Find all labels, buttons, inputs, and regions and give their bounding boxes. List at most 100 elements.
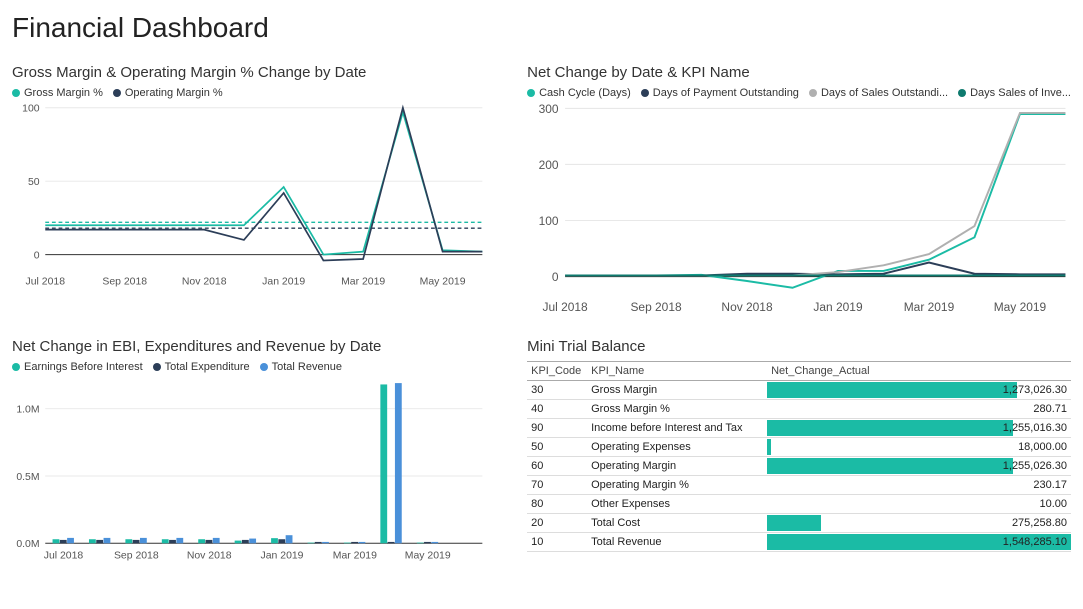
x-tick-label: Jul 2018 [26, 276, 66, 287]
page-title: Financial Dashboard [12, 12, 1071, 44]
x-tick-label: Mar 2019 [341, 276, 385, 287]
cell-kpi-name: Income before Interest and Tax [587, 419, 767, 438]
cell-value-label: 10.00 [1039, 498, 1067, 510]
bar[interactable] [417, 543, 424, 544]
series-line[interactable] [565, 114, 1065, 288]
bar[interactable] [380, 384, 387, 543]
cell-kpi-code: 30 [527, 381, 587, 400]
legend-item[interactable]: Total Expenditure [153, 361, 250, 373]
cell-value-label: 1,255,026.30 [1003, 460, 1067, 472]
bar[interactable] [60, 540, 67, 543]
legend-swatch-icon [153, 363, 161, 371]
bar[interactable] [431, 542, 438, 543]
legend-label: Days of Sales Outstandi... [821, 87, 948, 99]
bar[interactable] [315, 542, 322, 543]
legend-swatch-icon [12, 363, 20, 371]
cell-kpi-code: 90 [527, 419, 587, 438]
bar[interactable] [198, 539, 205, 543]
bar[interactable] [278, 539, 285, 543]
series-line[interactable] [45, 112, 482, 254]
legend-swatch-icon [809, 89, 817, 97]
bar[interactable] [235, 541, 242, 544]
table-row[interactable]: 70Operating Margin %230.17 [527, 476, 1071, 495]
bar[interactable] [308, 543, 315, 544]
table-mini-trial-balance[interactable]: Mini Trial Balance KPI_Code KPI_Name Net… [527, 338, 1071, 588]
x-tick-label: Jan 2019 [261, 550, 304, 561]
table-row[interactable]: 30Gross Margin1,273,026.30 [527, 381, 1071, 400]
table-row[interactable]: 20Total Cost275,258.80 [527, 514, 1071, 533]
table-row[interactable]: 60Operating Margin1,255,026.30 [527, 457, 1071, 476]
y-tick-label: 0.0M [16, 539, 39, 550]
bar[interactable] [322, 542, 329, 543]
bar[interactable] [395, 383, 402, 543]
bar[interactable] [89, 539, 96, 543]
bar[interactable] [388, 542, 395, 543]
bar[interactable] [125, 539, 132, 543]
legend-item[interactable]: Total Revenue [260, 361, 342, 373]
bar[interactable] [104, 538, 111, 543]
legend-item[interactable]: Earnings Before Interest [12, 361, 143, 373]
x-tick-label: Jul 2018 [543, 300, 589, 314]
bar[interactable] [140, 538, 147, 543]
cell-kpi-name: Gross Margin [587, 381, 767, 400]
bar[interactable] [286, 535, 293, 543]
legend-item[interactable]: Gross Margin % [12, 87, 103, 99]
legend-item[interactable]: Days Sales of Inve... [958, 87, 1071, 99]
bar[interactable] [162, 539, 169, 543]
y-tick-label: 200 [539, 158, 559, 172]
y-tick-label: 0 [34, 250, 40, 261]
legend-swatch-icon [641, 89, 649, 97]
legend-item[interactable]: Cash Cycle (Days) [527, 87, 631, 99]
chart-net-change-kpi[interactable]: Net Change by Date & KPI Name Cash Cycle… [527, 64, 1071, 314]
bar[interactable] [133, 540, 140, 543]
y-tick-label: 100 [22, 104, 40, 115]
legend-swatch-icon [260, 363, 268, 371]
bar[interactable] [242, 540, 249, 543]
table-row[interactable]: 10Total Revenue1,548,285.10 [527, 533, 1071, 552]
bar[interactable] [424, 542, 431, 543]
x-tick-label: Sep 2018 [102, 276, 147, 287]
x-tick-label: Sep 2018 [114, 550, 159, 561]
bar[interactable] [53, 539, 60, 543]
legend-label: Days of Payment Outstanding [653, 87, 799, 99]
table-row[interactable]: 40Gross Margin %280.71 [527, 400, 1071, 419]
cell-kpi-code: 70 [527, 476, 587, 495]
x-tick-label: Sep 2018 [631, 300, 683, 314]
bar [767, 458, 1013, 474]
bar[interactable] [213, 538, 220, 543]
bar[interactable] [271, 538, 278, 543]
bar[interactable] [176, 538, 183, 543]
cell-net-change: 230.17 [767, 476, 1071, 495]
legend-item[interactable]: Days of Payment Outstanding [641, 87, 799, 99]
cell-kpi-code: 60 [527, 457, 587, 476]
trial-balance-table: KPI_Code KPI_Name Net_Change_Actual 30Gr… [527, 361, 1071, 552]
legend-swatch-icon [12, 89, 20, 97]
bar[interactable] [67, 538, 74, 543]
col-header: KPI_Name [587, 362, 767, 381]
table-row[interactable]: 80Other Expenses10.00 [527, 495, 1071, 514]
cell-net-change: 1,255,026.30 [767, 457, 1071, 476]
cell-kpi-code: 80 [527, 495, 587, 514]
cell-value-label: 280.71 [1033, 403, 1067, 415]
x-tick-label: May 2019 [420, 276, 466, 287]
bar [767, 515, 821, 531]
cell-kpi-code: 40 [527, 400, 587, 419]
bar[interactable] [169, 540, 176, 543]
bar[interactable] [96, 540, 103, 543]
bar[interactable] [249, 539, 256, 544]
x-tick-label: May 2019 [994, 300, 1047, 314]
bar[interactable] [351, 542, 358, 543]
legend-item[interactable]: Days of Sales Outstandi... [809, 87, 948, 99]
legend-swatch-icon [527, 89, 535, 97]
series-line[interactable] [45, 108, 482, 261]
table-row[interactable]: 50Operating Expenses18,000.00 [527, 438, 1071, 457]
table-row[interactable]: 90Income before Interest and Tax1,255,01… [527, 419, 1071, 438]
legend-item[interactable]: Operating Margin % [113, 87, 223, 99]
legend-label: Earnings Before Interest [24, 361, 143, 373]
chart-ebi-bar[interactable]: Net Change in EBI, Expenditures and Reve… [12, 338, 487, 588]
chart-gross-margin[interactable]: Gross Margin & Operating Margin % Change… [12, 64, 487, 314]
bar[interactable] [344, 543, 351, 544]
bar[interactable] [359, 542, 366, 543]
bar[interactable] [206, 540, 213, 543]
bar [767, 382, 1017, 398]
